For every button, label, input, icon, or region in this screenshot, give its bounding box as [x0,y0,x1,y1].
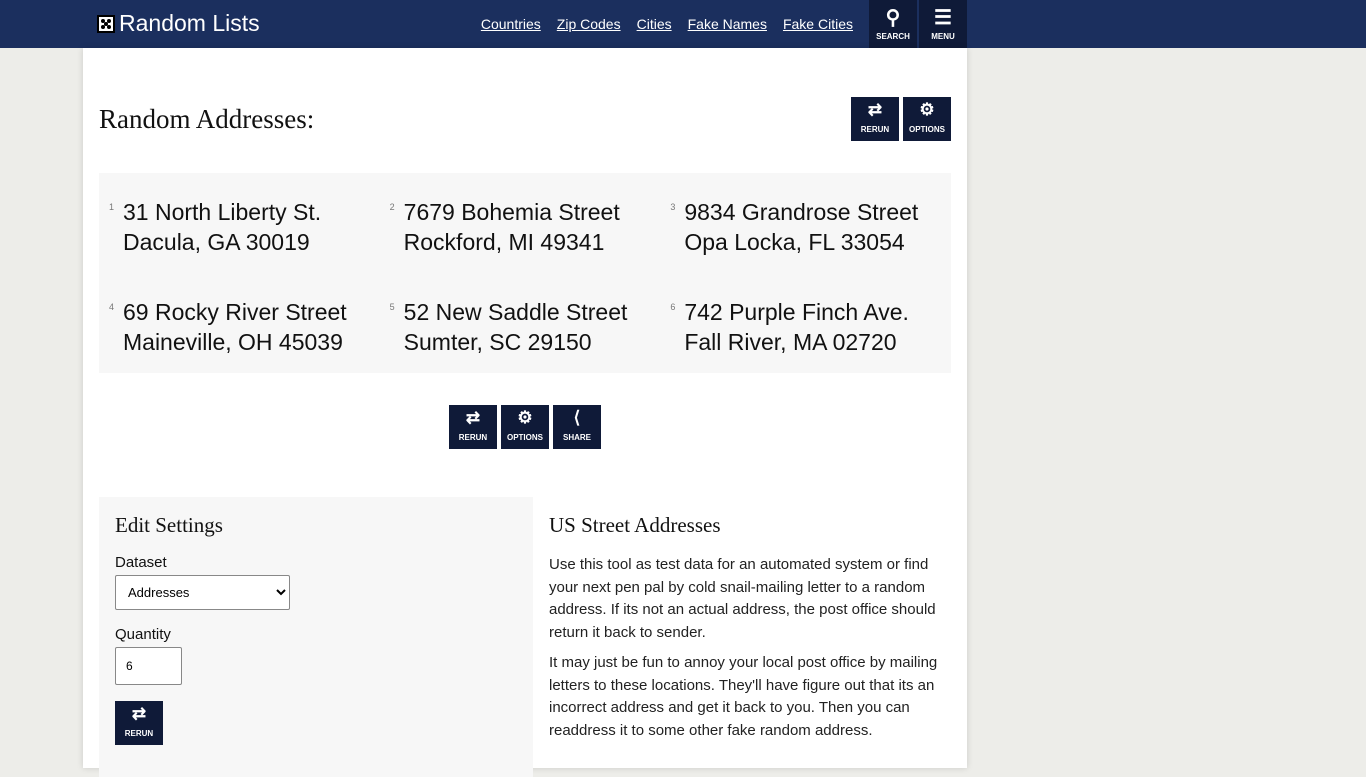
search-icon: ⚲ [885,7,901,29]
street: 52 New Saddle Street [403,299,628,325]
city-state-zip: Fall River, MA 02720 [684,329,897,355]
nav-link-cities[interactable]: Cities [637,16,672,32]
info-paragraph: It may just be fun to annoy your local p… [549,654,938,739]
quantity-label: Quantity [115,626,171,643]
rerun-button-bottom[interactable]: ⇄ RERUN [449,405,497,449]
share-button[interactable]: ⟨ SHARE [553,405,601,449]
item-number: 3 [670,202,676,212]
share-icon: ⟨ [573,408,581,427]
gear-icon: ⚙ [517,408,533,427]
item-number: 5 [389,302,395,312]
item-number: 2 [389,202,395,212]
options-label: OPTIONS [908,125,945,134]
info-paragraph: Use this tool as test data for an automa… [549,556,936,641]
menu-button[interactable]: ☰ MENU [919,0,967,48]
main-content: Random Addresses: ⇄ RERUN ⚙ OPTIONS 1 31 No… [83,48,967,777]
search-button[interactable]: ⚲ SEARCH [869,0,917,48]
gear-icon: ⚙ [919,100,935,119]
settings-title: Edit Settings [115,513,223,537]
nav-link-zip-codes[interactable]: Zip Codes [557,16,621,32]
street: 7679 Bohemia Street [403,199,620,225]
top-nav: Random Lists Countries Zip Codes Cities … [0,0,1366,48]
logo-text: Random Lists [119,10,260,36]
rerun-label: RERUN [458,433,488,442]
street: 31 North Liberty St. [123,199,322,225]
quantity-input[interactable] [115,647,182,685]
search-label: SEARCH [876,32,910,41]
city-state-zip: Sumter, SC 29150 [403,329,592,355]
city-state-zip: Opa Locka, FL 33054 [684,229,905,255]
menu-icon: ☰ [934,7,952,29]
share-label: SHARE [562,433,591,442]
logo[interactable]: Random Lists [97,10,260,37]
edit-settings-panel: Edit Settings Dataset Addresses Quantity… [99,497,533,777]
list-item: 2 7679 Bohemia Street Rockford, MI 49341 [390,197,671,273]
city-state-zip: Maineville, OH 45039 [123,329,343,355]
options-label: OPTIONS [506,433,543,442]
street: 9834 Grandrose Street [684,199,919,225]
shuffle-icon: ⇄ [867,100,883,119]
nav-link-fake-names[interactable]: Fake Names [688,16,767,32]
nav-link-countries[interactable]: Countries [481,16,541,32]
list-item: 4 69 Rocky River Street Maineville, OH 450… [109,297,390,373]
nav-link-fake-cities[interactable]: Fake Cities [783,16,853,32]
page-title: Random Addresses: [99,104,315,134]
city-state-zip: Dacula, GA 30019 [123,229,310,255]
rerun-label: RERUN [124,729,154,738]
list-item: 5 52 New Saddle Street Sumter, SC 29150 [390,297,671,373]
info-title: US Street Addresses [549,513,721,537]
dataset-select[interactable]: Addresses [115,575,290,610]
options-button[interactable]: ⚙ OPTIONS [903,97,951,141]
rerun-button[interactable]: ⇄ RERUN [851,97,899,141]
options-button-bottom[interactable]: ⚙ OPTIONS [501,405,549,449]
list-item: 6 742 Purple Finch Ave. Fall River, MA 027… [670,297,951,373]
address-list: 1 31 North Liberty St. Dacula, GA 30019 27… [99,173,951,373]
shuffle-icon: ⇄ [131,704,147,723]
settings-rerun-button[interactable]: ⇄ RERUN [115,701,163,745]
street: 69 Rocky River Street [123,299,347,325]
dice-icon [97,14,115,33]
dataset-label: Dataset [115,554,167,571]
shuffle-icon: ⇄ [465,408,481,427]
list-item: 3 9834 Grandrose Street Opa Locka, FL 3305… [670,197,951,273]
item-number: 4 [109,302,115,312]
rerun-label: RERUN [860,125,890,134]
item-number: 1 [109,202,115,212]
list-item: 1 31 North Liberty St. Dacula, GA 30019 [109,197,390,273]
item-number: 6 [670,302,676,312]
city-state-zip: Rockford, MI 49341 [403,229,605,255]
info-section: US Street Addresses Use this tool as tes… [549,513,954,750]
street: 742 Purple Finch Ave. [684,299,909,325]
menu-label: MENU [931,32,955,41]
